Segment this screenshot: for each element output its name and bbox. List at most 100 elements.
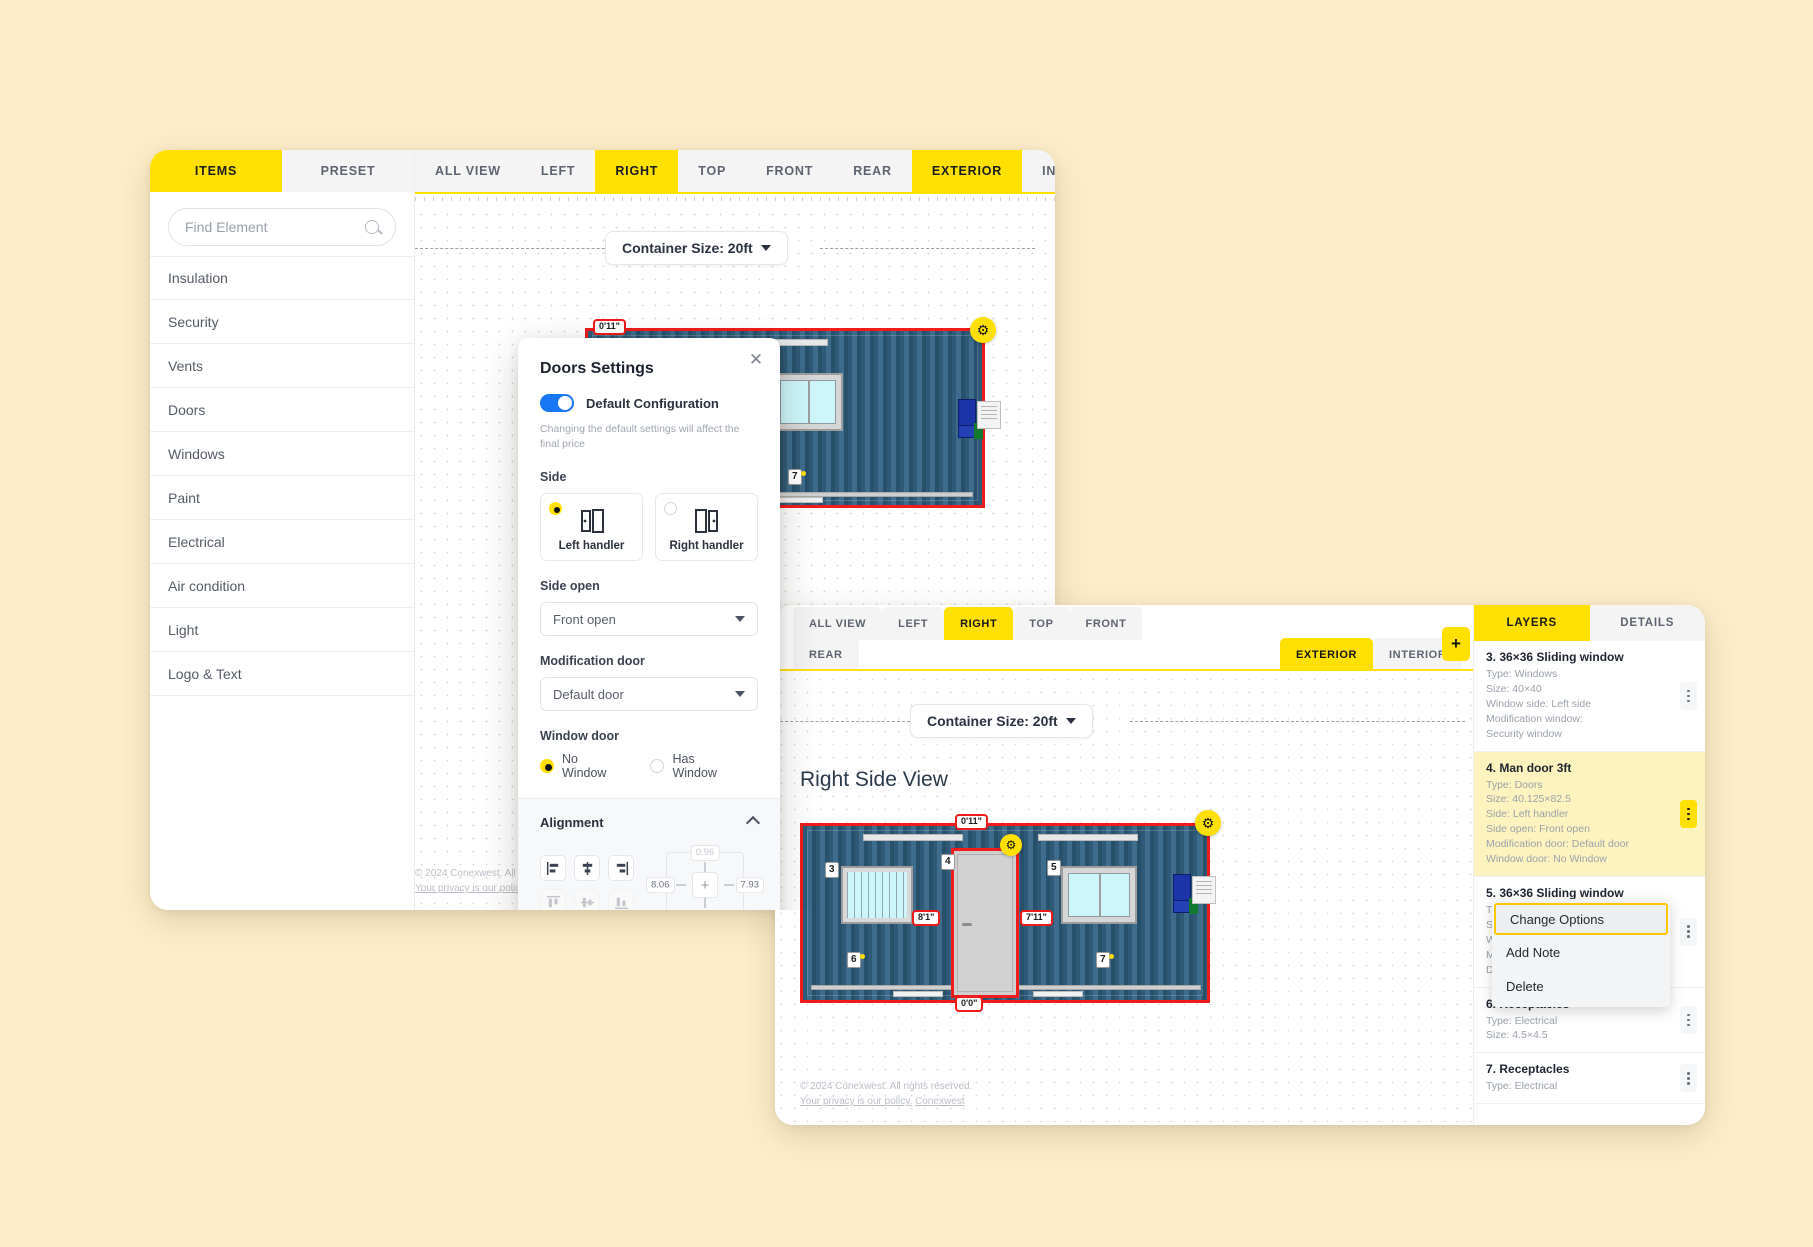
ac-grill: [977, 401, 1001, 429]
radio-right-handler[interactable]: [664, 502, 677, 516]
tab-rear[interactable]: REAR: [793, 638, 859, 671]
side-option-right-handler[interactable]: Right handler: [655, 493, 758, 562]
tab-rear[interactable]: REAR: [833, 150, 912, 192]
marker-7[interactable]: 7: [788, 469, 806, 485]
radio-left-handler[interactable]: [549, 502, 562, 516]
sidebar-item-logo-text[interactable]: Logo & Text: [150, 652, 414, 696]
tab-top[interactable]: TOP: [678, 150, 747, 192]
align-bottom-button[interactable]: [608, 889, 634, 910]
radio-no-window[interactable]: [540, 759, 554, 774]
tab-exterior[interactable]: EXTERIOR: [1280, 638, 1374, 671]
tab-details[interactable]: DETAILS: [1589, 605, 1705, 641]
container-right-side-view[interactable]: 3 4 5 6 7 0'11" 0'0" 8'1" 7'11" ⚙ ⚙: [800, 810, 1221, 1012]
tab-layers[interactable]: LAYERS: [1474, 605, 1590, 641]
floor-strip-left: [893, 991, 943, 997]
tab-preset[interactable]: PRESET: [282, 150, 414, 192]
air-conditioner-element[interactable]: [958, 399, 1006, 441]
chevron-up-icon[interactable]: [745, 815, 761, 831]
sidebar-tabs: ITEMS PRESET: [150, 150, 414, 192]
align-center-vertical-button[interactable]: [574, 889, 600, 910]
list-item[interactable]: 7. Receptacles Type: Electrical: [1474, 1053, 1705, 1105]
tab-right[interactable]: RIGHT: [944, 607, 1014, 640]
radio-has-window[interactable]: [650, 759, 665, 774]
sidebar-item-vents[interactable]: Vents: [150, 344, 414, 388]
door-settings-gear-icon[interactable]: ⚙: [1000, 834, 1022, 856]
layer-index: 4.: [1486, 760, 1497, 775]
footer-privacy-link[interactable]: Your privacy is our policy.: [415, 883, 527, 894]
tab-front[interactable]: FRONT: [1069, 607, 1143, 640]
layer-menu-icon[interactable]: [1680, 917, 1697, 946]
layer-menu-icon[interactable]: [1680, 1064, 1697, 1093]
container-size-selector[interactable]: Container Size: 20ft: [605, 231, 788, 265]
context-menu-item-add-note[interactable]: Add Note: [1492, 935, 1670, 969]
layer-menu-icon[interactable]: [1680, 681, 1697, 710]
marker-3[interactable]: 3: [825, 862, 839, 878]
tab-left[interactable]: LEFT: [520, 150, 596, 192]
air-conditioner-element[interactable]: [1173, 874, 1221, 916]
side-option-left-handler[interactable]: Left handler: [540, 493, 643, 562]
container-settings-gear-icon[interactable]: ⚙: [970, 317, 996, 343]
sidebar-item-doors[interactable]: Doors: [150, 388, 414, 432]
marker-4[interactable]: 4: [941, 854, 955, 870]
context-menu-item-delete[interactable]: Delete: [1492, 969, 1670, 1003]
align-center-horizontal-button[interactable]: [574, 855, 600, 882]
container-size-selector[interactable]: Container Size: 20ft: [910, 704, 1093, 738]
align-top-button[interactable]: [540, 889, 566, 910]
marker-7[interactable]: 7: [1096, 952, 1114, 968]
search-input[interactable]: Find Element: [168, 208, 396, 246]
offset-top-value[interactable]: 0.96: [690, 845, 720, 861]
sidebar-item-windows[interactable]: Windows: [150, 432, 414, 476]
offset-right-value[interactable]: 7.93: [735, 877, 764, 894]
position-center-handle[interactable]: +: [692, 872, 718, 899]
default-configuration-toggle[interactable]: [540, 394, 574, 412]
dimension-left-gap: 8'1": [912, 910, 941, 926]
sliding-window-element[interactable]: [773, 373, 843, 431]
layer-menu-icon[interactable]: [1680, 799, 1697, 828]
layer-index: 7.: [1486, 1062, 1497, 1077]
sidebar-item-electrical[interactable]: Electrical: [150, 520, 414, 564]
zoom-in-button[interactable]: +: [1442, 627, 1470, 661]
sidebar-item-security[interactable]: Security: [150, 300, 414, 344]
list-item[interactable]: 4. Man door 3ft Type: Doors Size: 40.125…: [1474, 751, 1705, 877]
tab-top[interactable]: TOP: [1013, 607, 1070, 640]
list-item[interactable]: 3. 36×36 Sliding window Type: Windows Si…: [1474, 641, 1705, 752]
tab-right[interactable]: RIGHT: [595, 150, 679, 192]
footer-brand-link[interactable]: Conexwest: [915, 1096, 964, 1107]
footer-privacy-link[interactable]: Your privacy is our policy.: [800, 1096, 912, 1107]
sliding-window-element-5[interactable]: [1061, 866, 1137, 924]
tab-exterior[interactable]: EXTERIOR: [911, 150, 1023, 192]
sidebar-item-insulation[interactable]: Insulation: [150, 256, 414, 300]
tab-items[interactable]: ITEMS: [150, 150, 282, 192]
sidebar-item-light[interactable]: Light: [150, 608, 414, 652]
layer-menu-icon[interactable]: [1680, 1005, 1697, 1034]
modification-door-label: Modification door: [540, 654, 645, 669]
alignment-header[interactable]: Alignment: [540, 815, 761, 831]
sliding-window-element-3[interactable]: [841, 866, 913, 924]
layers-list[interactable]: 3. 36×36 Sliding window Type: Windows Si…: [1474, 641, 1705, 1125]
sidebar-item-air-condition[interactable]: Air condition: [150, 564, 414, 608]
window-door-option-has-window[interactable]: Has Window: [650, 752, 740, 780]
modification-door-select[interactable]: Default door: [540, 677, 758, 712]
layer-context-menu: Change Options Add Note Delete: [1492, 899, 1670, 1007]
container-settings-gear-icon[interactable]: ⚙: [1195, 810, 1221, 836]
marker-6[interactable]: 6: [847, 952, 865, 968]
design-canvas-secondary[interactable]: Container Size: 20ft Right Side View 3 4…: [775, 673, 1473, 1125]
tab-all-view[interactable]: ALL VIEW: [415, 150, 521, 192]
marker-5[interactable]: 5: [1047, 860, 1061, 876]
close-icon[interactable]: ✕: [746, 350, 766, 370]
dimension-door-bottom: 0'0": [955, 996, 984, 1012]
context-menu-item-change-options[interactable]: Change Options: [1494, 903, 1668, 935]
layer-meta-line: Security window: [1486, 727, 1562, 740]
offset-left-value[interactable]: 8.06: [646, 877, 675, 894]
sidebar-item-paint[interactable]: Paint: [150, 476, 414, 520]
side-open-select[interactable]: Front open: [540, 602, 758, 637]
align-left-button[interactable]: [540, 855, 566, 882]
tab-all-view[interactable]: ALL VIEW: [793, 607, 883, 640]
tab-interior[interactable]: INTERIOR: [1022, 150, 1055, 192]
horizontal-ruler: [415, 192, 1055, 208]
align-right-button[interactable]: [608, 855, 634, 882]
man-door-element[interactable]: [951, 848, 1019, 998]
tab-left[interactable]: LEFT: [882, 607, 945, 640]
tab-front[interactable]: FRONT: [746, 150, 834, 192]
window-door-option-no-window[interactable]: No Window: [540, 752, 623, 780]
